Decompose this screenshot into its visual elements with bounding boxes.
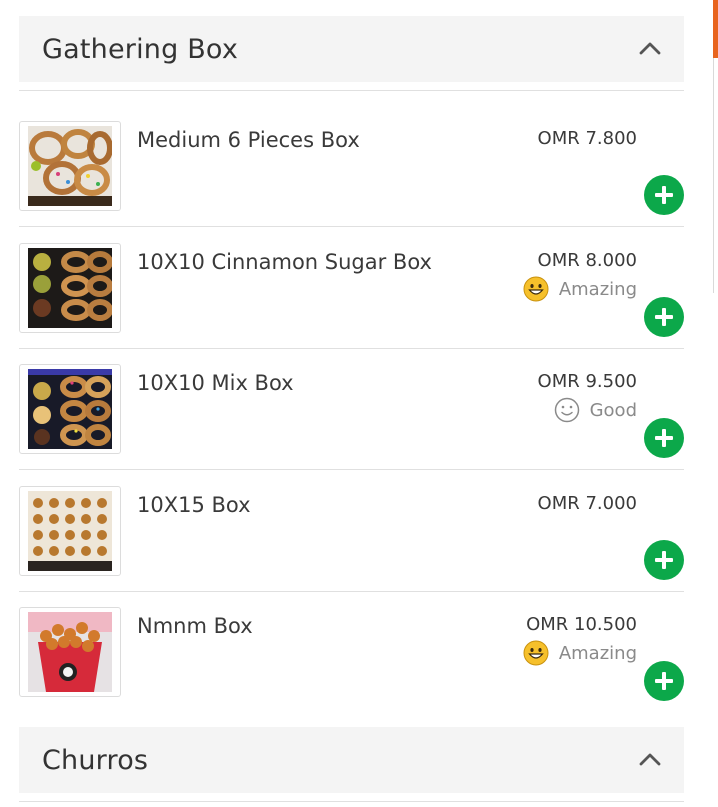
item-image[interactable] xyxy=(19,607,121,697)
item-price: OMR 7.000 xyxy=(537,493,637,514)
menu-item[interactable]: Medium 6 Pieces Box OMR 7.800 xyxy=(19,106,684,227)
menu-item[interactable]: 10X15 Box OMR 7.000 xyxy=(19,471,684,592)
item-name: 10X10 Mix Box xyxy=(137,371,294,395)
grinning-face-icon xyxy=(523,640,549,666)
section-title: Gathering Box xyxy=(42,33,239,65)
menu-page: Gathering Box Medium 6 Pieces Box OMR 7.… xyxy=(0,0,718,807)
chevron-up-icon[interactable] xyxy=(638,37,662,61)
rating-label: Amazing xyxy=(558,278,637,300)
item-price: OMR 7.800 xyxy=(537,128,637,149)
item-name: Medium 6 Pieces Box xyxy=(137,128,360,152)
menu-item[interactable]: 10X10 Cinnamon Sugar Box OMR 8.000 Amazi… xyxy=(19,228,684,349)
side-panel-edge xyxy=(713,58,714,293)
section-divider xyxy=(19,90,684,91)
section-header-gathering-box[interactable]: Gathering Box xyxy=(19,16,684,82)
item-price: OMR 10.500 xyxy=(526,614,637,635)
item-rating: Amazing xyxy=(523,640,637,666)
item-name: 10X10 Cinnamon Sugar Box xyxy=(137,250,432,274)
grinning-face-icon xyxy=(523,276,549,302)
item-image[interactable] xyxy=(19,486,121,576)
menu-item[interactable]: Nmnm Box OMR 10.500 Amazing xyxy=(19,592,684,713)
item-image[interactable] xyxy=(19,121,121,211)
add-button[interactable] xyxy=(644,540,684,580)
section-header-churros[interactable]: Churros xyxy=(19,727,684,793)
chevron-up-icon[interactable] xyxy=(638,748,662,772)
rating-label: Amazing xyxy=(558,642,637,664)
add-button[interactable] xyxy=(644,661,684,701)
add-button[interactable] xyxy=(644,297,684,337)
item-name: 10X15 Box xyxy=(137,493,251,517)
add-button[interactable] xyxy=(644,418,684,458)
scroll-accent-bar xyxy=(713,0,718,58)
item-price: OMR 9.500 xyxy=(537,371,637,392)
item-rating: Amazing xyxy=(523,276,637,302)
smiling-face-outline-icon xyxy=(554,397,579,423)
section-title: Churros xyxy=(42,744,149,776)
section-divider xyxy=(19,801,684,802)
menu-item[interactable]: 10X10 Mix Box OMR 9.500 Good xyxy=(19,349,684,470)
add-button[interactable] xyxy=(644,175,684,215)
item-price: OMR 8.000 xyxy=(537,250,637,271)
item-name: Nmnm Box xyxy=(137,614,253,638)
rating-label: Good xyxy=(589,399,637,421)
item-image[interactable] xyxy=(19,243,121,333)
item-rating: Good xyxy=(554,397,637,423)
item-image[interactable] xyxy=(19,364,121,454)
